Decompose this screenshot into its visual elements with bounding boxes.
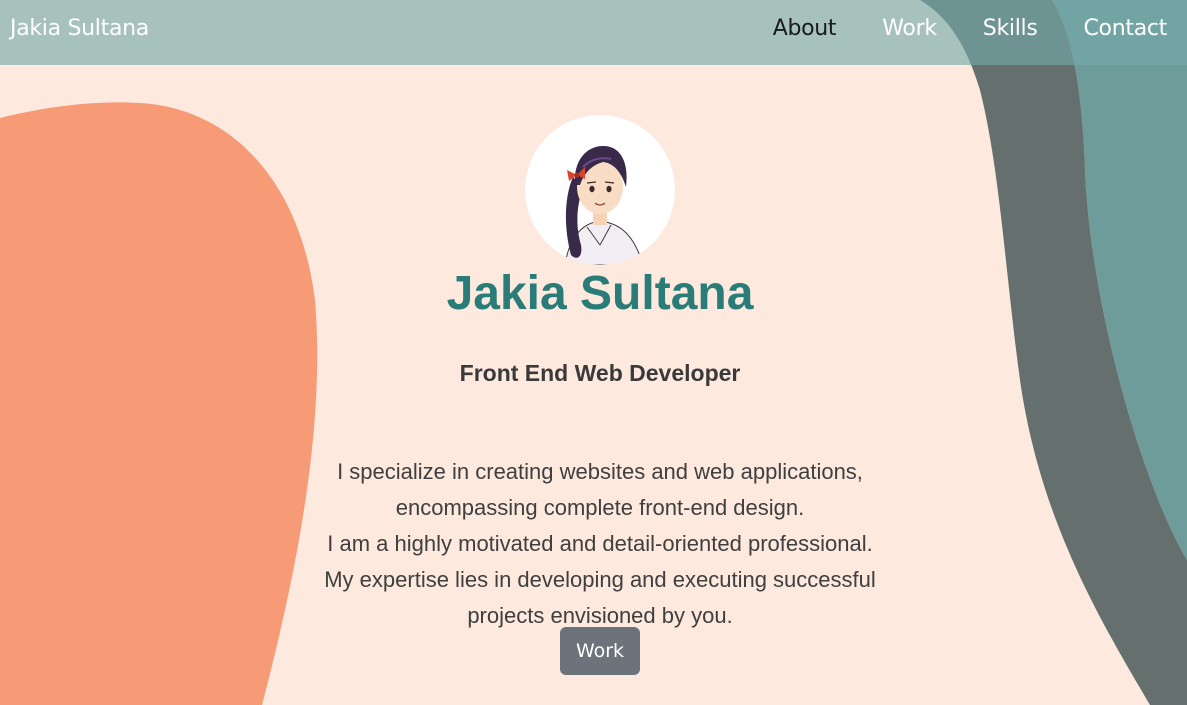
nav-link-work[interactable]: Work	[882, 16, 937, 41]
cartoon-girl-avatar-icon	[564, 145, 644, 265]
hero-description: I specialize in creating websites and we…	[280, 454, 920, 634]
hero-description-line: encompassing complete front-end design.	[395, 495, 805, 520]
nav-link-contact[interactable]: Contact	[1084, 16, 1168, 41]
nav-link-about[interactable]: About	[773, 16, 837, 41]
work-button[interactable]: Work	[560, 627, 640, 675]
hero-description-line: My expertise lies in developing and exec…	[324, 567, 876, 592]
nav-link-skills[interactable]: Skills	[983, 16, 1038, 41]
hero-name: Jakia Sultana	[446, 267, 754, 320]
hero-section: Jakia Sultana Front End Web Developer I …	[0, 0, 1187, 705]
navbar: Jakia Sultana About Work Skills Contact	[0, 0, 1187, 65]
hero-description-line: I am a highly motivated and detail-orien…	[327, 531, 873, 556]
hero-role: Front End Web Developer	[459, 360, 741, 386]
avatar	[525, 115, 675, 265]
hero-description-line: I specialize in creating websites and we…	[337, 459, 863, 484]
brand-link[interactable]: Jakia Sultana	[10, 16, 149, 41]
nav-links: About Work Skills Contact	[727, 16, 1168, 41]
